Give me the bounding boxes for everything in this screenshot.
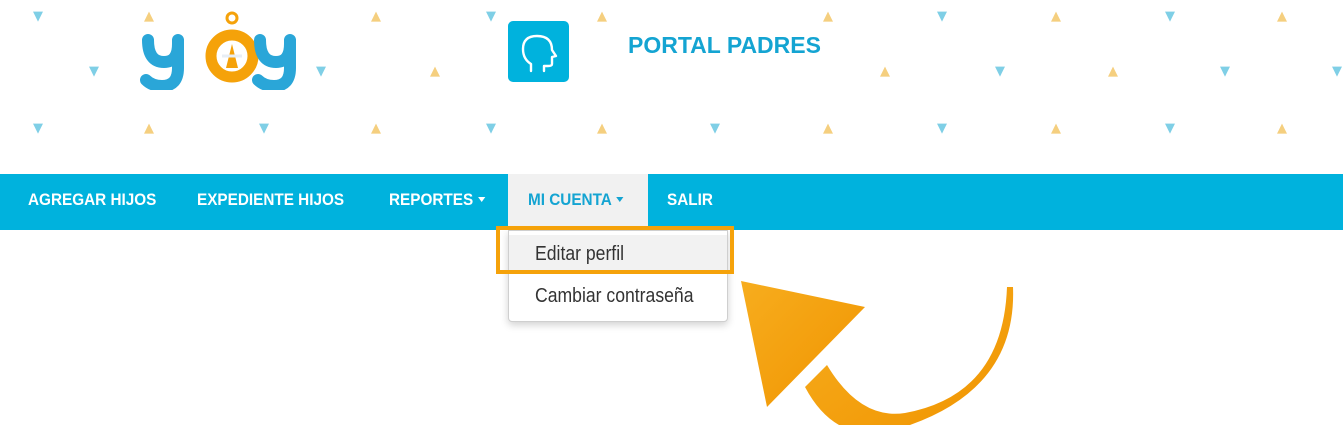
triangle-down-icon: ▼ [33,9,43,24]
triangle-down-icon: ▼ [1220,64,1230,79]
nav-label: MI CUENTA [528,190,612,209]
triangle-down-icon: ▼ [486,121,496,136]
chevron-down-icon [477,197,485,203]
nav-reportes[interactable]: REPORTES [389,174,485,230]
triangle-down-icon: ▼ [995,64,1005,79]
triangle-up-icon: ▲ [144,121,154,136]
triangle-down-icon: ▼ [937,121,947,136]
nav-label: SALIR [667,190,713,209]
triangle-down-icon: ▼ [1332,64,1342,79]
curved-arrow-icon [735,275,1025,434]
nav-agregar-hijos[interactable]: AGREGAR HIJOS [28,174,156,230]
menu-item-cambiar-contrasena[interactable]: Cambiar contraseña [509,277,727,315]
triangle-down-icon: ▼ [33,121,43,136]
triangle-down-icon: ▼ [710,121,720,136]
highlight-annotation [496,226,734,274]
nav-expediente-hijos[interactable]: EXPEDIENTE HIJOS [197,174,344,230]
triangle-down-icon: ▼ [1165,9,1175,24]
triangle-up-icon: ▲ [1277,9,1287,24]
triangle-down-icon: ▼ [259,121,269,136]
triangle-up-icon: ▲ [371,9,381,24]
triangle-up-icon: ▲ [1108,64,1118,79]
triangle-up-icon: ▲ [1277,121,1287,136]
menu-item-label: Cambiar contraseña [535,285,694,307]
nav-label: AGREGAR HIJOS [28,190,157,209]
head-profile-icon[interactable] [508,21,569,82]
triangle-up-icon: ▲ [371,121,381,136]
triangle-down-icon: ▼ [486,9,496,24]
nav-salir[interactable]: SALIR [667,174,713,230]
nav-label: EXPEDIENTE HIJOS [197,190,345,209]
chevron-down-icon [616,197,624,203]
triangle-up-icon: ▲ [1051,121,1061,136]
triangle-up-icon: ▲ [597,9,607,24]
triangle-up-icon: ▲ [597,121,607,136]
logo[interactable] [140,10,305,93]
triangle-down-icon: ▼ [937,9,947,24]
triangle-up-icon: ▲ [823,9,833,24]
page-title: PORTAL PADRES [628,32,821,58]
triangle-down-icon: ▼ [1165,121,1175,136]
nav-mi-cuenta[interactable]: MI CUENTA [508,174,648,230]
triangle-down-icon: ▼ [316,64,326,79]
triangle-up-icon: ▲ [823,121,833,136]
triangle-up-icon: ▲ [1051,9,1061,24]
header: ▼ ▲ ▼ ▼ ▲ ▼ ▼ ▲ ▲ ▲ ▼ ▼ ▲ ▲ ▼ ▲ ▲ ▲ ▼ ▼ … [0,0,1343,174]
nav-label: REPORTES [389,190,474,209]
triangle-down-icon: ▼ [89,64,99,79]
main-navbar: AGREGAR HIJOS EXPEDIENTE HIJOS REPORTES … [0,174,1343,230]
triangle-up-icon: ▲ [430,64,440,79]
triangle-up-icon: ▲ [880,64,890,79]
